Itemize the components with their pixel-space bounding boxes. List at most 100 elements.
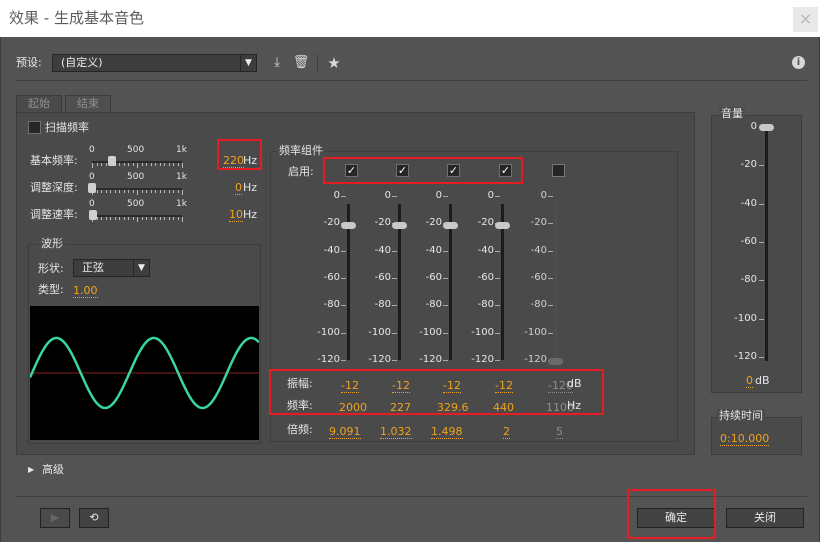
component-tick xyxy=(341,278,346,279)
component-mult-3[interactable]: 2 xyxy=(503,425,510,439)
param-slider-knob-1[interactable] xyxy=(88,183,96,193)
component-tick-label: -80 xyxy=(323,299,340,311)
close-button[interactable]: 关闭 xyxy=(726,508,804,528)
component-tick-label: 0 xyxy=(540,190,547,201)
param-tick xyxy=(182,163,183,168)
param-tick xyxy=(105,163,107,166)
param-tick xyxy=(92,163,93,168)
component-knob-1[interactable] xyxy=(392,222,407,230)
param-tick xyxy=(141,217,143,220)
component-tick xyxy=(548,196,553,197)
sweep-checkbox[interactable] xyxy=(28,121,41,134)
component-tick xyxy=(443,278,448,279)
component-tick-label: -100 xyxy=(419,326,442,338)
scale-label: 1k xyxy=(176,199,187,209)
param-tick xyxy=(141,190,143,193)
component-knob-3[interactable] xyxy=(495,222,510,230)
component-tick xyxy=(341,332,346,334)
chevron-down-icon: ▼ xyxy=(240,55,256,71)
param-tick xyxy=(164,163,165,166)
volume-tick-label: -40 xyxy=(740,197,757,209)
play-button[interactable]: ▶ xyxy=(40,508,70,528)
delete-preset-icon[interactable]: 🗑 xyxy=(292,54,310,72)
param-tick xyxy=(155,163,156,166)
param-tick xyxy=(155,217,156,220)
tab-end[interactable]: 结束 xyxy=(65,95,111,113)
component-tick xyxy=(495,360,500,361)
component-enable-checkbox-4[interactable] xyxy=(552,164,565,177)
component-tick-label: 0 xyxy=(487,190,494,201)
param-tick xyxy=(128,163,129,166)
component-tick-label: -40 xyxy=(374,244,391,256)
component-tick-label: -60 xyxy=(425,272,442,283)
component-tick-label: -100 xyxy=(317,326,340,338)
component-tick-label: -120 xyxy=(471,354,494,365)
param-tick xyxy=(146,163,147,166)
param-value-1[interactable]: 0 xyxy=(235,181,242,195)
advanced-label[interactable]: 高级 xyxy=(42,463,64,477)
param-tick xyxy=(128,217,129,220)
component-tick-label: -100 xyxy=(471,326,494,338)
param-tick xyxy=(132,163,134,166)
volume-tick-label: -100 xyxy=(734,312,757,324)
param-slider-knob-2[interactable] xyxy=(88,210,97,220)
volume-knob[interactable] xyxy=(759,124,774,131)
param-tick xyxy=(105,217,107,220)
loop-button[interactable]: ⟲ xyxy=(79,508,109,528)
component-tick xyxy=(548,305,553,307)
close-window-button[interactable]: × xyxy=(793,7,818,32)
component-tick xyxy=(443,250,448,252)
component-knob-2[interactable] xyxy=(443,222,458,230)
scale-label: 0 xyxy=(89,199,95,209)
component-tick-label: -60 xyxy=(530,272,547,283)
chevron-down-icon: ▼ xyxy=(133,260,149,276)
component-tick-label: -100 xyxy=(524,326,547,338)
component-mult-0[interactable]: 9.091 xyxy=(329,425,361,439)
param-tick xyxy=(114,190,116,193)
preset-value: (自定义) xyxy=(61,56,103,69)
volume-tick-label: 0 xyxy=(750,121,757,132)
type-value[interactable]: 1.00 xyxy=(73,284,98,298)
volume-value[interactable]: 0 xyxy=(746,374,753,388)
waveform-preview xyxy=(28,306,260,440)
component-tick-label: -40 xyxy=(477,244,494,256)
component-tick-label: -60 xyxy=(477,272,494,283)
param-label-0: 基本频率: xyxy=(30,154,78,167)
component-tick xyxy=(443,360,448,361)
component-knob-4[interactable] xyxy=(548,357,563,365)
waveform-group-label: 波形 xyxy=(38,237,66,250)
save-preset-icon[interactable]: ⤓ xyxy=(268,54,286,72)
component-tick xyxy=(392,332,397,334)
component-tick-label: -40 xyxy=(323,244,340,256)
duration-value[interactable]: 0:10.000 xyxy=(720,432,770,446)
component-tick xyxy=(443,332,448,334)
param-slider-knob-0[interactable] xyxy=(107,156,116,166)
param-tick xyxy=(128,190,129,193)
tab-start[interactable]: 起始 xyxy=(16,95,62,113)
component-track-4[interactable] xyxy=(554,204,557,360)
component-mult-1[interactable]: 1.032 xyxy=(380,425,412,439)
component-tick-label: -80 xyxy=(477,299,494,311)
scale-label: 1k xyxy=(176,172,187,182)
star-icon[interactable]: ★ xyxy=(325,54,343,72)
param-value-2[interactable]: 10 xyxy=(229,208,243,222)
volume-track[interactable] xyxy=(765,131,768,361)
component-tick-label: -20 xyxy=(477,217,494,229)
param-label-2: 调整速率: xyxy=(30,208,78,221)
shape-select[interactable]: 正弦 ▼ xyxy=(73,259,150,277)
preset-select[interactable]: (自定义) ▼ xyxy=(52,54,257,72)
component-mult-2[interactable]: 1.498 xyxy=(431,425,463,439)
component-knob-0[interactable] xyxy=(341,222,356,230)
duration-label: 持续时间 xyxy=(717,409,765,423)
info-icon[interactable]: i xyxy=(792,56,805,69)
expand-icon[interactable]: ▶ xyxy=(28,463,34,477)
component-tick-label: -80 xyxy=(374,299,391,311)
component-tick xyxy=(443,305,448,307)
component-tick-label: -60 xyxy=(374,272,391,283)
volume-tick xyxy=(759,357,764,358)
mult-label: 倍频: xyxy=(287,423,313,436)
component-tick-label: -120 xyxy=(317,354,340,365)
param-tick xyxy=(137,190,138,195)
component-mult-4[interactable]: 5 xyxy=(556,425,563,439)
component-tick xyxy=(495,196,500,197)
